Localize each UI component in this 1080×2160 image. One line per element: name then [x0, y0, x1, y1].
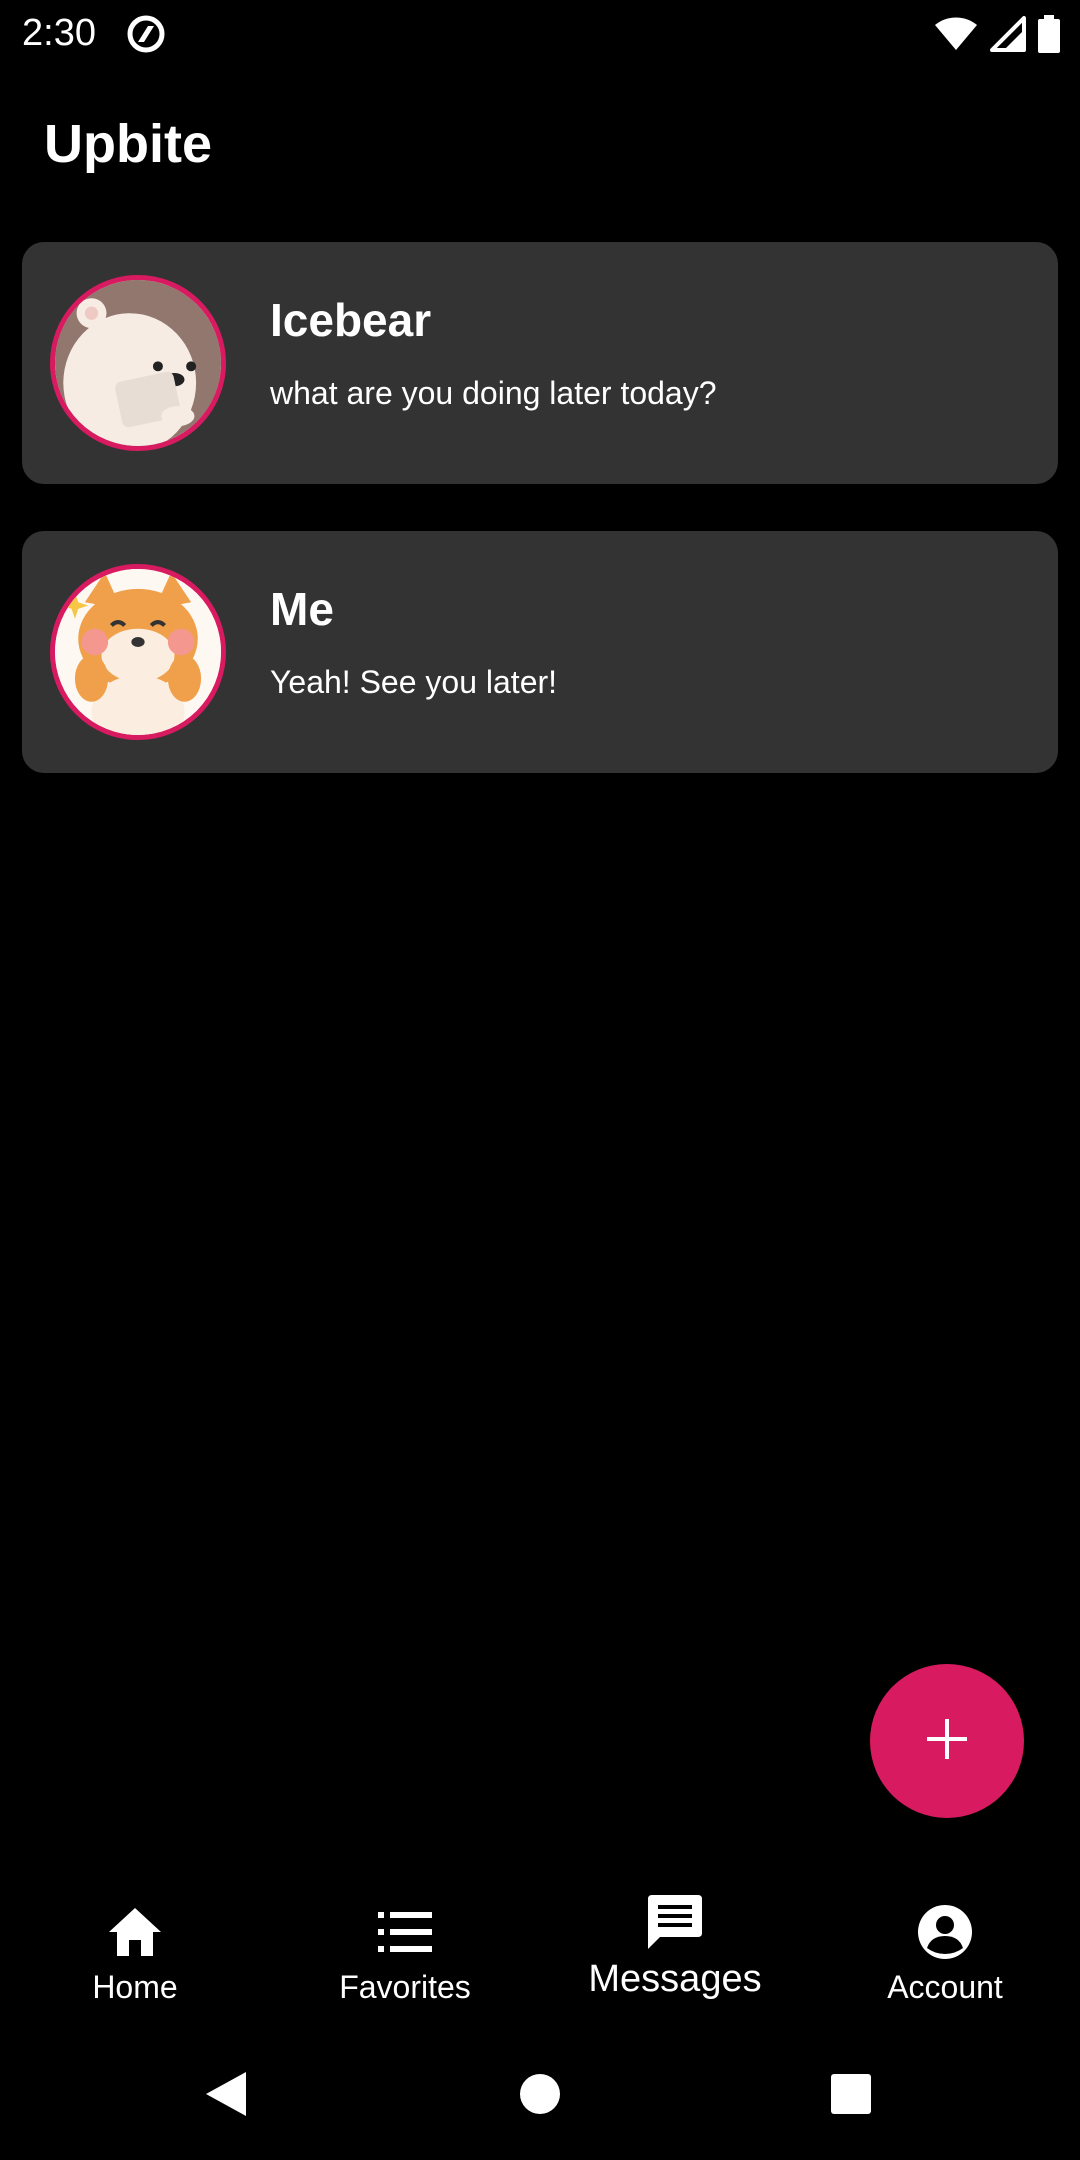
status-icons [934, 14, 1060, 54]
status-time: 2:30 [22, 12, 96, 54]
home-circle-icon [519, 2073, 561, 2120]
conversation-name: Icebear [270, 294, 432, 346]
nav-item-account[interactable]: Account [810, 1860, 1080, 2020]
nav-item-home[interactable]: Home [0, 1860, 270, 2020]
home-system-button[interactable] [512, 2068, 568, 2124]
new-message-button[interactable] [870, 1664, 1024, 1818]
system-navigation-bar [0, 2040, 1080, 2150]
conversation-card[interactable]: Icebear what are you doing later today? [22, 242, 1058, 484]
message-icon [645, 1892, 705, 1952]
home-icon [105, 1902, 165, 1962]
cellular-signal-icon [990, 16, 1026, 52]
battery-icon [1038, 15, 1060, 53]
nav-item-favorites[interactable]: Favorites [270, 1860, 540, 2020]
back-button[interactable] [198, 2068, 254, 2124]
bottom-navigation: Home Favorites Messages Account [0, 1860, 1080, 2020]
conversation-preview: what are you doing later today? [270, 375, 717, 411]
app-notification-icon [126, 14, 166, 54]
conversation-preview: Yeah! See you later! [270, 664, 558, 700]
account-circle-icon [915, 1902, 975, 1962]
conversation-card[interactable]: Me Yeah! See you later! [22, 531, 1058, 773]
polar-bear-avatar [50, 275, 226, 451]
app-title: Upbite [44, 114, 212, 174]
recents-button[interactable] [823, 2068, 879, 2124]
list-icon [375, 1902, 435, 1962]
nav-label-favorites: Favorites [339, 1969, 471, 2005]
shiba-dog-avatar [50, 564, 226, 740]
status-bar: 2:30 [0, 0, 1080, 66]
nav-label-home: Home [92, 1969, 178, 2005]
back-icon [204, 2070, 248, 2123]
plus-icon [925, 1717, 969, 1766]
nav-item-messages[interactable]: Messages [540, 1860, 810, 2020]
wifi-icon [934, 16, 978, 52]
nav-label-messages: Messages [588, 1958, 762, 2000]
nav-label-account: Account [887, 1969, 1003, 2005]
recents-icon [830, 2073, 872, 2120]
conversation-list: Icebear what are you doing later today? [22, 242, 1058, 820]
conversation-name: Me [270, 583, 334, 635]
